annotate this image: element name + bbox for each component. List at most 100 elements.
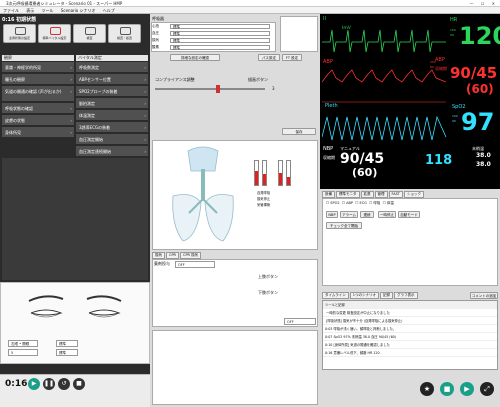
check-abp[interactable]: ☐ ABP xyxy=(342,201,353,205)
treatment-button[interactable]: 検査・処置 xyxy=(108,24,141,43)
vent-slider-2[interactable] xyxy=(262,160,267,186)
param-select-hr[interactable]: 標準 xyxy=(170,24,270,29)
vent-slider-1[interactable] xyxy=(254,160,259,186)
cat-consciousness[interactable]: 意識・神経学的所見 xyxy=(2,62,74,73)
param-select-bp[interactable]: 標準 xyxy=(170,31,270,36)
draw-checkbox-label[interactable]: 描画ボタン xyxy=(248,77,268,83)
check-temp[interactable]: ☐ 体温 xyxy=(383,201,394,205)
star-icon[interactable]: ★ xyxy=(420,382,434,396)
fullscreen-icon[interactable]: ⤢ xyxy=(480,382,494,396)
eye-right-select[interactable]: 標準 xyxy=(56,349,78,356)
param-label-bp: 血圧 xyxy=(152,31,159,35)
vent-slider-3[interactable] xyxy=(278,160,283,186)
tab-standard-monitor[interactable]: 標準モニタ xyxy=(336,191,360,198)
continuous-button[interactable]: 連続 xyxy=(360,211,374,218)
cat-temperature[interactable]: 体温測定 xyxy=(76,110,148,121)
section-observation: 観察 xyxy=(2,55,74,61)
add-comment-button[interactable]: コメントの追加 xyxy=(470,292,498,299)
nbp-button[interactable]: NBP xyxy=(326,211,338,218)
check-all-button[interactable]: チェック全て開始 xyxy=(326,222,362,229)
auto-mode-button[interactable]: 自動モード xyxy=(398,211,420,218)
abp-sub: 収縮期 xyxy=(435,66,447,71)
tab-vent[interactable]: 換気 xyxy=(152,252,165,259)
nbp-mean: (60) xyxy=(352,166,378,179)
cat-pupils[interactable]: 瞳孔の観察 xyxy=(2,74,74,85)
cat-airway[interactable]: 気道の開通の確認 (声が出るか) xyxy=(2,86,74,102)
play-icon[interactable]: ▶ xyxy=(28,378,40,390)
window-controls[interactable]: — ☐ ✕ xyxy=(470,0,498,7)
cat-spo2-probe[interactable]: SPO2プローブの装着 xyxy=(76,86,148,97)
cat-abp-sensor[interactable]: ABPセンサー位置 xyxy=(76,74,148,85)
tab-extended[interactable]: 拡張 xyxy=(360,191,374,198)
patient-icon xyxy=(15,27,26,35)
check-ecg[interactable]: ☐ ECG xyxy=(355,201,367,205)
param-select-vent[interactable]: 標準 xyxy=(170,38,270,43)
lower-limb-label: 下肢ボタン xyxy=(258,290,278,295)
lung-illustration xyxy=(172,146,234,242)
sensor-list[interactable] xyxy=(280,16,318,52)
eye-value-field[interactable]: 5 xyxy=(8,349,38,356)
standard-vitals-button[interactable]: 標準バイタル設定 xyxy=(38,24,71,43)
hr-value: 120 xyxy=(459,22,500,50)
tab-fast[interactable]: FAST xyxy=(388,191,403,198)
vent-slider-4[interactable] xyxy=(286,160,291,186)
cat-ecg[interactable]: 3誘導ECGの装着 xyxy=(76,122,148,133)
tab-equipment[interactable]: 設備 xyxy=(322,191,335,198)
cat-bp-start[interactable]: 血圧測定開始 xyxy=(76,134,148,145)
ft-settings-button[interactable]: FT 設定 xyxy=(282,54,302,61)
cat-pulse[interactable]: 脈拍測定 xyxy=(76,98,148,109)
limb-select[interactable]: OFF xyxy=(284,318,316,325)
check-resp[interactable]: ☐ 呼吸 xyxy=(369,201,380,205)
lung-controls: 自発呼吸 換気停止 気管挿管 xyxy=(257,190,270,208)
compliance-slider[interactable] xyxy=(155,88,265,90)
cat-resp-rate[interactable]: 呼吸数測定 xyxy=(76,62,148,73)
tab-management[interactable]: 管理 xyxy=(374,191,388,198)
menu-tools[interactable]: ツール xyxy=(42,8,54,13)
pleth-label: Pleth xyxy=(325,103,338,109)
monitor-checkboxes: ☐ SPO2 ☐ ABP ☐ ECG ☐ 呼吸 ☐ 体温 xyxy=(326,201,394,206)
drug-select[interactable]: OFF xyxy=(175,261,215,268)
param-label-o2: 酸素 xyxy=(152,45,159,49)
check-spo2[interactable]: ☐ SPO2 xyxy=(326,201,340,205)
eye-left-select[interactable]: 標準 xyxy=(56,340,78,347)
pause-icon[interactable]: ❚❚ xyxy=(43,378,55,390)
detail-settings-button[interactable]: 詳細な設定の確認 xyxy=(170,54,220,61)
menu-help[interactable]: ヘルプ xyxy=(103,8,115,13)
heart-icon xyxy=(50,27,61,35)
menu-scenario[interactable]: Scenario シナリオ xyxy=(61,8,96,13)
tab-record[interactable]: 記録 xyxy=(380,292,393,299)
drug-panel xyxy=(152,259,318,327)
abp-values: 90/45 xyxy=(450,64,498,82)
lung-control-intubate[interactable]: 気管挿管 xyxy=(257,202,270,208)
save-button[interactable]: 保存 xyxy=(282,128,316,135)
patient-settings-button[interactable]: 患者状態の設定 xyxy=(3,24,36,43)
tab-timeline[interactable]: タイムライン xyxy=(322,292,349,299)
playback-time: 0:16 xyxy=(5,379,28,389)
video-icon[interactable]: ▶ xyxy=(460,382,474,396)
menu-view[interactable]: 表示 xyxy=(26,8,34,13)
lung-panel xyxy=(152,140,318,250)
eye-state-select[interactable]: 右眼 • 開眼 xyxy=(8,340,38,347)
hr-scale: 150 50 xyxy=(450,28,456,37)
cat-breathing[interactable]: 呼吸状態の確認 xyxy=(2,103,74,114)
temp-value-2: 38.0 xyxy=(476,161,491,168)
rewind-icon[interactable]: ↺ xyxy=(58,378,70,390)
alarm-button[interactable]: アラーム xyxy=(340,211,358,218)
log-tabs: タイムライン 1つのシナリオ 記録 グラフ表示 xyxy=(322,292,419,299)
menu-file[interactable]: ファイル xyxy=(3,8,19,13)
tab-scenario[interactable]: 1つのシナリオ xyxy=(349,292,379,299)
param-select-o2[interactable]: 標準 xyxy=(170,45,270,50)
tab-cpr-vent[interactable]: CPR 換気 xyxy=(180,252,202,259)
cat-skin[interactable]: 皮膚の状態 xyxy=(2,115,74,126)
cat-physical[interactable]: 身体所見 xyxy=(2,127,74,138)
camera-icon[interactable]: ■ xyxy=(440,382,454,396)
exam-button[interactable]: 検査 xyxy=(73,24,106,43)
path-settings-button[interactable]: パス設定 xyxy=(258,54,280,61)
stop-icon[interactable]: ■ xyxy=(73,378,85,390)
cat-bp-continuous[interactable]: 血圧測定連続開始 xyxy=(76,146,148,157)
compliance-slider-thumb[interactable] xyxy=(216,85,220,93)
tab-shock[interactable]: ショック xyxy=(403,191,424,198)
pause-button[interactable]: 一時停止 xyxy=(378,211,396,218)
tab-graph[interactable]: グラフ表示 xyxy=(394,292,418,299)
tab-cpr[interactable]: CPR xyxy=(166,252,179,259)
